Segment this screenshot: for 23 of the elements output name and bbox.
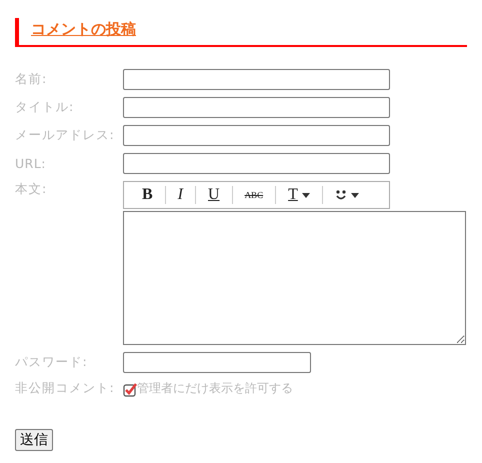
password-field[interactable] bbox=[123, 352, 311, 373]
caret-icon bbox=[302, 192, 310, 198]
field-label: 本文: bbox=[15, 181, 48, 198]
field-label: タイトル: bbox=[15, 99, 75, 116]
smiley-icon bbox=[334, 189, 347, 201]
format-button[interactable]: T bbox=[276, 186, 322, 204]
comment-textarea[interactable] bbox=[123, 211, 466, 345]
submit-button[interactable]: 送信 bbox=[15, 429, 53, 451]
checkbox[interactable] bbox=[123, 382, 137, 396]
field-label: URL: bbox=[15, 156, 48, 171]
format-button[interactable]: B bbox=[130, 186, 165, 204]
format-button[interactable]: ABC bbox=[232, 190, 276, 200]
text-field[interactable] bbox=[123, 69, 390, 90]
caret-icon bbox=[350, 192, 359, 198]
text-field[interactable] bbox=[123, 153, 390, 174]
text-field[interactable] bbox=[123, 125, 390, 146]
text-field[interactable] bbox=[123, 97, 390, 118]
field-label: パスワード: bbox=[15, 354, 88, 371]
field-label: メールアドレス: bbox=[15, 127, 116, 144]
field-label: 非公開コメント: bbox=[15, 380, 116, 397]
format-button[interactable]: I bbox=[166, 186, 195, 204]
field-label: 名前: bbox=[15, 71, 48, 88]
format-button[interactable]: U bbox=[196, 186, 232, 204]
